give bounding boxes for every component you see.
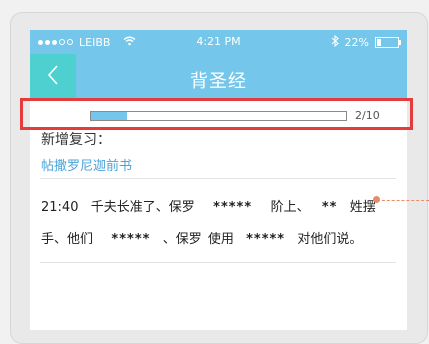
verse-blank[interactable]: ***** (246, 232, 285, 247)
battery-icon (375, 37, 401, 48)
status-bar: LEIBB 4:21 PM 22% (30, 30, 407, 54)
status-right: 22% (331, 34, 401, 50)
verse-part: 千夫长准了、保罗 (90, 200, 195, 215)
book-link[interactable]: 帖撒罗尼迦前书 (41, 155, 132, 174)
highlight-box (20, 98, 413, 130)
page-title: 背圣经 (190, 71, 247, 92)
verse-blank[interactable]: ***** (213, 200, 252, 215)
section-label: 新增复习： (41, 132, 111, 148)
verse-part: 对他们说。 (297, 232, 363, 247)
verse-part: 、保罗 使用 (162, 232, 234, 247)
battery-percent: 22% (344, 36, 369, 49)
annotation-line (377, 200, 429, 201)
nav-bar: 背圣经 (30, 54, 407, 100)
divider (40, 178, 396, 179)
verse-blank[interactable]: ** (322, 200, 338, 215)
bluetooth-icon (331, 34, 339, 50)
verse-text: 21:40 千夫长准了、保罗 ***** 阶上、 ** 姓摆手、他们 *****… (41, 192, 401, 256)
verse-blank[interactable]: ***** (111, 232, 150, 247)
verse-part: 阶上、 (270, 200, 310, 215)
phone-screen: LEIBB 4:21 PM 22% 背圣经 2/10 (30, 30, 407, 330)
verse-time: 21:40 (41, 200, 79, 215)
divider (40, 262, 396, 263)
